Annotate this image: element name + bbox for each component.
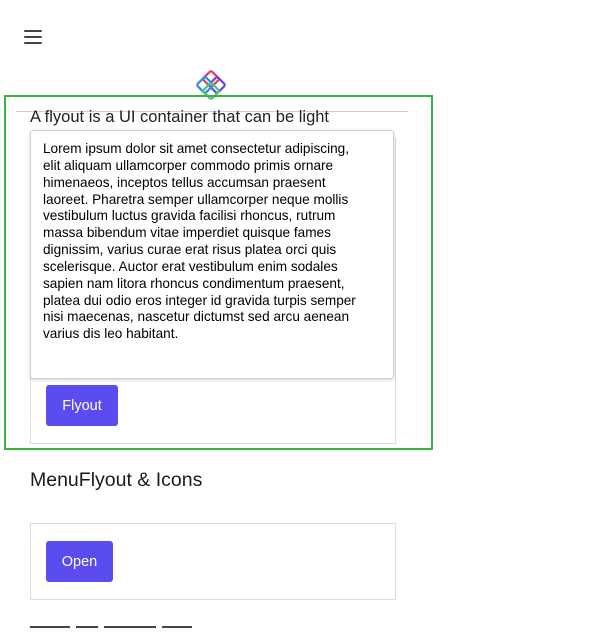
open-button[interactable]: Open <box>46 541 113 582</box>
flyout-description: A flyout is a UI container that can be l… <box>30 108 330 126</box>
flyout-popup: Lorem ipsum dolor sit amet consectetur a… <box>30 130 394 379</box>
hamburger-line <box>24 30 42 32</box>
next-section-title-clipped <box>30 620 220 632</box>
menuflyout-section-title: MenuFlyout & Icons <box>30 469 203 491</box>
flyout-button[interactable]: Flyout <box>46 385 118 426</box>
app-logo-icon <box>196 70 226 100</box>
hamburger-line <box>24 36 42 38</box>
hamburger-line <box>24 42 42 44</box>
hamburger-menu-icon[interactable] <box>24 29 42 45</box>
flyout-popup-text: Lorem ipsum dolor sit amet consectetur a… <box>43 141 356 342</box>
